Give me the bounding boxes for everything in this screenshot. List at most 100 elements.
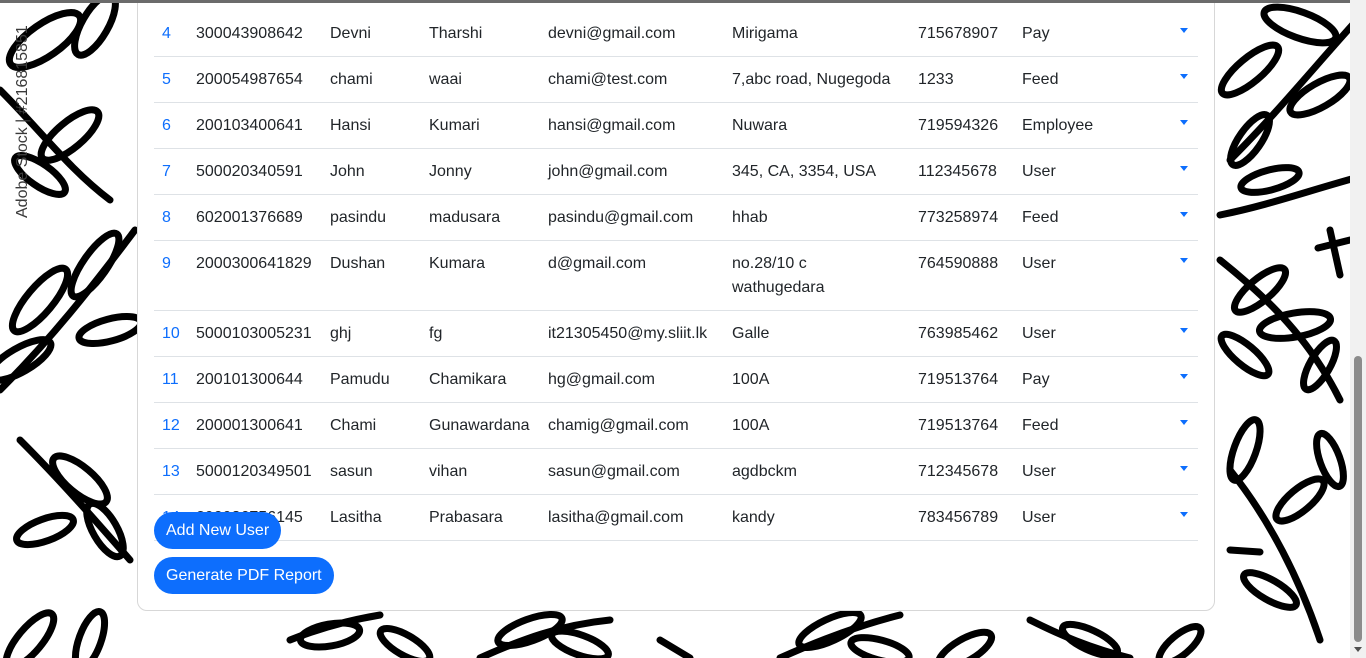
user-first-name: Hansi bbox=[322, 102, 421, 149]
user-email: d@gmail.com bbox=[540, 240, 724, 311]
user-id-link[interactable]: 7 bbox=[154, 148, 188, 195]
page-scrollbar[interactable] bbox=[1350, 0, 1366, 658]
generate-pdf-report-button[interactable]: Generate PDF Report bbox=[154, 557, 334, 594]
user-address: no.28/10 c wathugedara bbox=[724, 240, 910, 311]
row-action-dropdown[interactable] bbox=[1170, 56, 1198, 103]
user-email: chamig@gmail.com bbox=[540, 402, 724, 449]
user-address: Mirigama bbox=[724, 11, 910, 57]
user-email: chami@test.com bbox=[540, 56, 724, 103]
user-phone: 712345678 bbox=[910, 448, 1014, 495]
user-role: Feed bbox=[1014, 194, 1170, 241]
user-id-link[interactable]: 11 bbox=[154, 356, 188, 403]
stock-watermark: Adobe Stock | #216815851 bbox=[14, 25, 31, 218]
row-action-dropdown[interactable] bbox=[1170, 356, 1198, 403]
table-row: 14 290986756145 Lasitha Prabasara lasith… bbox=[154, 494, 1198, 541]
row-action-dropdown[interactable] bbox=[1170, 448, 1198, 495]
user-nic: 602001376689 bbox=[188, 194, 322, 241]
scroll-down-arrow-icon[interactable] bbox=[1354, 647, 1362, 652]
user-id-link[interactable]: 9 bbox=[154, 240, 188, 311]
user-first-name: Lasitha bbox=[322, 494, 421, 541]
user-nic: 5000120349501 bbox=[188, 448, 322, 495]
user-email: sasun@gmail.com bbox=[540, 448, 724, 495]
caret-down-icon[interactable] bbox=[1180, 74, 1188, 80]
user-phone: 715678907 bbox=[910, 11, 1014, 57]
caret-down-icon[interactable] bbox=[1180, 328, 1188, 334]
caret-down-icon[interactable] bbox=[1180, 374, 1188, 380]
caret-down-icon[interactable] bbox=[1180, 166, 1188, 172]
caret-down-icon[interactable] bbox=[1180, 258, 1188, 264]
user-email: it21305450@my.sliit.lk bbox=[540, 310, 724, 357]
user-phone: 719513764 bbox=[910, 402, 1014, 449]
row-action-dropdown[interactable] bbox=[1170, 148, 1198, 195]
table-row: 12 200001300641 Chami Gunawardana chamig… bbox=[154, 402, 1198, 449]
user-phone: 1233 bbox=[910, 56, 1014, 103]
caret-down-icon[interactable] bbox=[1180, 28, 1188, 34]
user-id-link[interactable]: 5 bbox=[154, 56, 188, 103]
user-id-link[interactable]: 8 bbox=[154, 194, 188, 241]
user-email: lasitha@gmail.com bbox=[540, 494, 724, 541]
caret-down-icon[interactable] bbox=[1180, 466, 1188, 472]
table-row: 4 300043908642 Devni Tharshi devni@gmail… bbox=[154, 11, 1198, 57]
user-id-link[interactable]: 4 bbox=[154, 11, 188, 57]
user-role: Employee bbox=[1014, 102, 1170, 149]
users-table-body: 4 300043908642 Devni Tharshi devni@gmail… bbox=[154, 11, 1198, 541]
table-row: 6 200103400641 Hansi Kumari hansi@gmail.… bbox=[154, 102, 1198, 149]
user-last-name: vihan bbox=[421, 448, 540, 495]
user-id-link[interactable]: 6 bbox=[154, 102, 188, 149]
row-action-dropdown[interactable] bbox=[1170, 102, 1198, 149]
table-row: 10 5000103005231 ghj fg it21305450@my.sl… bbox=[154, 310, 1198, 357]
table-row: 13 5000120349501 sasun vihan sasun@gmail… bbox=[154, 448, 1198, 495]
user-nic: 200101300644 bbox=[188, 356, 322, 403]
user-phone: 112345678 bbox=[910, 148, 1014, 195]
user-nic: 200054987654 bbox=[188, 56, 322, 103]
user-email: pasindu@gmail.com bbox=[540, 194, 724, 241]
user-id-link[interactable]: 13 bbox=[154, 448, 188, 495]
user-first-name: Devni bbox=[322, 11, 421, 57]
user-first-name: Pamudu bbox=[322, 356, 421, 403]
user-address: Galle bbox=[724, 310, 910, 357]
row-action-dropdown[interactable] bbox=[1170, 402, 1198, 449]
user-id-link[interactable]: 10 bbox=[154, 310, 188, 357]
row-action-dropdown[interactable] bbox=[1170, 310, 1198, 357]
user-id-link[interactable]: 12 bbox=[154, 402, 188, 449]
user-last-name: Prabasara bbox=[421, 494, 540, 541]
user-role: Feed bbox=[1014, 56, 1170, 103]
user-phone: 773258974 bbox=[910, 194, 1014, 241]
user-address: Nuwara bbox=[724, 102, 910, 149]
user-last-name: Kumari bbox=[421, 102, 540, 149]
row-action-dropdown[interactable] bbox=[1170, 11, 1198, 57]
user-nic: 200103400641 bbox=[188, 102, 322, 149]
user-last-name: Kumara bbox=[421, 240, 540, 311]
add-new-user-button[interactable]: Add New User bbox=[154, 512, 282, 549]
user-last-name: madusara bbox=[421, 194, 540, 241]
caret-down-icon[interactable] bbox=[1180, 420, 1188, 426]
users-card: 4 300043908642 Devni Tharshi devni@gmail… bbox=[137, 0, 1215, 611]
user-last-name: fg bbox=[421, 310, 540, 357]
table-row: 9 2000300641829 Dushan Kumara d@gmail.co… bbox=[154, 240, 1198, 311]
user-last-name: Chamikara bbox=[421, 356, 540, 403]
caret-down-icon[interactable] bbox=[1180, 120, 1188, 126]
user-phone: 783456789 bbox=[910, 494, 1014, 541]
caret-down-icon[interactable] bbox=[1180, 212, 1188, 218]
user-email: hg@gmail.com bbox=[540, 356, 724, 403]
caret-down-icon[interactable] bbox=[1180, 512, 1188, 518]
scrollbar-thumb[interactable] bbox=[1354, 356, 1362, 642]
users-table: 4 300043908642 Devni Tharshi devni@gmail… bbox=[154, 11, 1198, 541]
user-role: User bbox=[1014, 148, 1170, 195]
table-row: 5 200054987654 chami waai chami@test.com… bbox=[154, 56, 1198, 103]
row-action-dropdown[interactable] bbox=[1170, 240, 1198, 311]
row-action-dropdown[interactable] bbox=[1170, 194, 1198, 241]
table-row: 8 602001376689 pasindu madusara pasindu@… bbox=[154, 194, 1198, 241]
user-email: hansi@gmail.com bbox=[540, 102, 724, 149]
user-first-name: ghj bbox=[322, 310, 421, 357]
user-phone: 719513764 bbox=[910, 356, 1014, 403]
user-first-name: John bbox=[322, 148, 421, 195]
user-first-name: chami bbox=[322, 56, 421, 103]
user-role: User bbox=[1014, 310, 1170, 357]
row-action-dropdown[interactable] bbox=[1170, 494, 1198, 541]
user-first-name: Chami bbox=[322, 402, 421, 449]
user-email: devni@gmail.com bbox=[540, 11, 724, 57]
user-first-name: sasun bbox=[322, 448, 421, 495]
user-address: 345, CA, 3354, USA bbox=[724, 148, 910, 195]
user-last-name: Gunawardana bbox=[421, 402, 540, 449]
